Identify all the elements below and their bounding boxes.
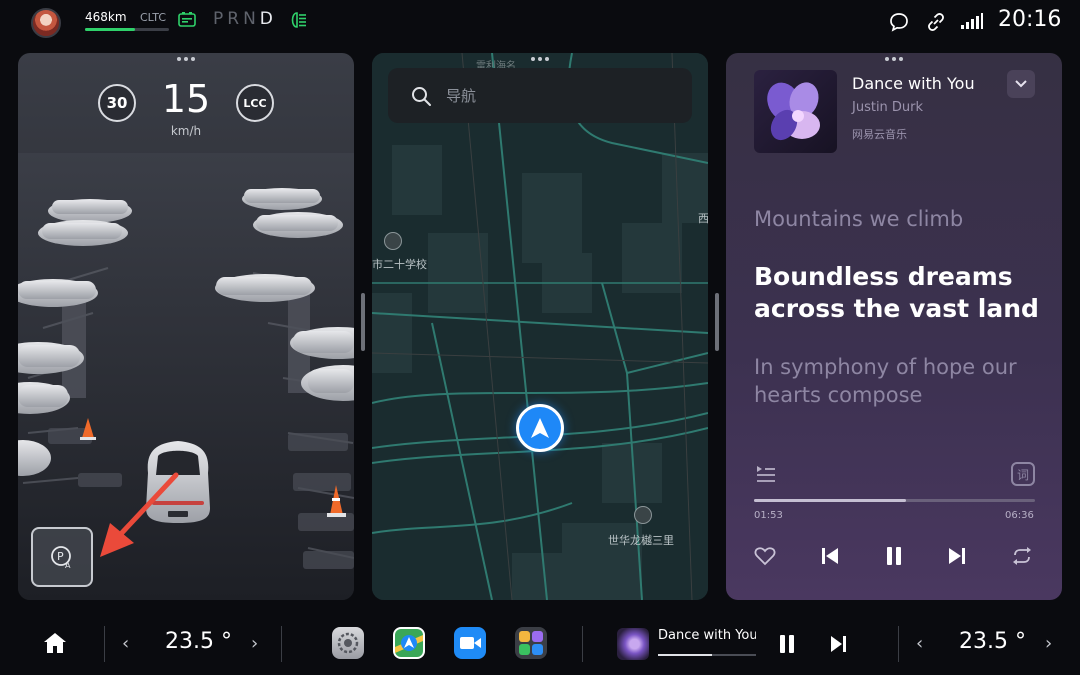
lyric-next-line: In symphony of hope our hearts compose bbox=[754, 355, 1017, 407]
signal-icon bbox=[961, 13, 983, 29]
annotation-arrow bbox=[100, 472, 179, 557]
svg-text:P: P bbox=[57, 550, 64, 563]
card-drag-handle[interactable] bbox=[531, 57, 549, 61]
heart-icon bbox=[754, 547, 776, 566]
map-edge-label: 西 bbox=[698, 212, 708, 225]
apps-grid-icon bbox=[519, 631, 543, 655]
dock-separator bbox=[898, 626, 899, 662]
album-art[interactable] bbox=[754, 70, 837, 153]
lyrics-toggle-button[interactable]: 词 bbox=[1011, 462, 1035, 486]
battery-icon bbox=[178, 12, 196, 27]
split-divider-right[interactable] bbox=[715, 293, 719, 351]
search-placeholder: 导航 bbox=[446, 87, 477, 105]
gear-r: R bbox=[227, 9, 244, 29]
like-button[interactable] bbox=[752, 543, 778, 569]
auto-parking-icon: P A bbox=[51, 546, 71, 570]
elapsed-time: 01:53 bbox=[754, 510, 783, 521]
clock: 20:16 bbox=[998, 7, 1062, 32]
mini-player-progress bbox=[658, 654, 756, 656]
previous-button[interactable] bbox=[817, 543, 843, 569]
mini-pause-icon[interactable] bbox=[778, 634, 796, 654]
lcc-indicator[interactable]: LCC bbox=[236, 84, 274, 122]
range-standard: CLTC bbox=[140, 11, 167, 24]
message-icon[interactable] bbox=[888, 11, 910, 33]
temp-left[interactable]: 23.5 ° bbox=[165, 629, 232, 654]
navigation-search-bar[interactable]: 导航 bbox=[388, 68, 692, 123]
video-camera-icon bbox=[460, 637, 481, 649]
track-artist: Justin Durk bbox=[852, 100, 924, 115]
navigation-arrow-icon bbox=[531, 418, 549, 438]
track-title: Dance with You bbox=[852, 74, 975, 93]
card-drag-handle[interactable] bbox=[177, 57, 195, 61]
previous-icon bbox=[822, 548, 838, 564]
map-navigation-icon bbox=[395, 629, 423, 657]
range-value: 468km bbox=[85, 10, 127, 24]
playback-progress-bar[interactable] bbox=[754, 499, 1035, 502]
gear-icon bbox=[337, 632, 359, 654]
mini-player-progress-fill bbox=[658, 654, 712, 656]
temp-left-decrease-button[interactable]: ‹ bbox=[122, 633, 136, 654]
playlist-icon[interactable] bbox=[756, 465, 776, 483]
poi-estate-label: 世华龙樾三里 bbox=[608, 534, 674, 547]
mini-player-album-art[interactable] bbox=[617, 628, 649, 660]
current-speed: 15 bbox=[161, 77, 211, 121]
next-button[interactable] bbox=[944, 543, 970, 569]
gear-p: P bbox=[213, 9, 228, 29]
chevron-down-icon bbox=[1015, 80, 1027, 88]
poi-school-label: 市二十学校 bbox=[372, 258, 427, 271]
lyric-previous-line: Mountains we climb bbox=[754, 207, 964, 231]
video-call-app-icon[interactable] bbox=[454, 627, 486, 659]
estate-poi-icon[interactable] bbox=[634, 506, 652, 524]
dock-separator bbox=[281, 626, 282, 662]
svg-text:A: A bbox=[65, 561, 71, 570]
app-grid-icon[interactable] bbox=[515, 627, 547, 659]
repeat-button[interactable] bbox=[1009, 543, 1035, 569]
music-card[interactable]: Dance with You Justin Durk 网易云音乐 Mountai… bbox=[726, 53, 1062, 600]
search-icon bbox=[412, 86, 431, 106]
pause-icon bbox=[887, 547, 901, 565]
status-bar: 468km CLTC PRND 20:16 bbox=[0, 0, 1080, 44]
driving-card[interactable]: 30 15 km/h LCC P A bbox=[18, 53, 354, 600]
pause-button[interactable] bbox=[881, 543, 907, 569]
settings-app-icon[interactable] bbox=[332, 627, 364, 659]
temp-left-increase-button[interactable]: › bbox=[251, 633, 265, 654]
dock-separator bbox=[582, 626, 583, 662]
collapse-button[interactable] bbox=[1007, 70, 1035, 98]
range-bar bbox=[85, 28, 169, 31]
auto-parking-button[interactable]: P A bbox=[31, 527, 93, 587]
link-icon[interactable] bbox=[925, 11, 947, 33]
school-poi-icon[interactable] bbox=[384, 232, 402, 250]
temp-right-increase-button[interactable]: › bbox=[1045, 633, 1059, 654]
map-card[interactable]: 雷利海名 导航 市二十学校 西 世华龙樾三里 bbox=[372, 53, 708, 600]
map-canvas[interactable] bbox=[372, 53, 708, 600]
repeat-icon bbox=[1013, 547, 1031, 565]
bottom-dock: ‹ 23.5 ° › Dance with You ‹ 23.5 ° › bbox=[0, 610, 1080, 675]
range-bar-fill bbox=[85, 28, 136, 31]
user-avatar[interactable] bbox=[31, 8, 61, 38]
navigation-app-icon[interactable] bbox=[393, 627, 425, 659]
temp-right-decrease-button[interactable]: ‹ bbox=[916, 633, 930, 654]
split-divider-left[interactable] bbox=[361, 293, 365, 351]
home-icon[interactable] bbox=[43, 632, 67, 654]
speed-limit-sign: 30 bbox=[98, 84, 136, 122]
playback-progress-fill bbox=[754, 499, 906, 502]
gear-selector: PRND bbox=[213, 9, 277, 29]
gear-n: N bbox=[243, 9, 260, 29]
current-location-marker[interactable] bbox=[516, 404, 564, 452]
lyric-current-line: Boundless dreams across the vast land bbox=[754, 262, 1039, 323]
album-flower-image bbox=[767, 82, 820, 141]
music-source: 网易云音乐 bbox=[852, 128, 907, 141]
mini-player-title[interactable]: Dance with You bbox=[658, 628, 756, 643]
dock-separator bbox=[104, 626, 105, 662]
mini-next-icon[interactable] bbox=[830, 635, 848, 653]
speed-unit: km/h bbox=[170, 124, 202, 138]
temp-right[interactable]: 23.5 ° bbox=[959, 629, 1026, 654]
headlight-icon bbox=[291, 12, 306, 28]
next-icon bbox=[949, 548, 965, 564]
card-drag-handle[interactable] bbox=[885, 57, 903, 61]
gear-d: D bbox=[259, 9, 277, 29]
total-time: 06:36 bbox=[1005, 510, 1034, 521]
